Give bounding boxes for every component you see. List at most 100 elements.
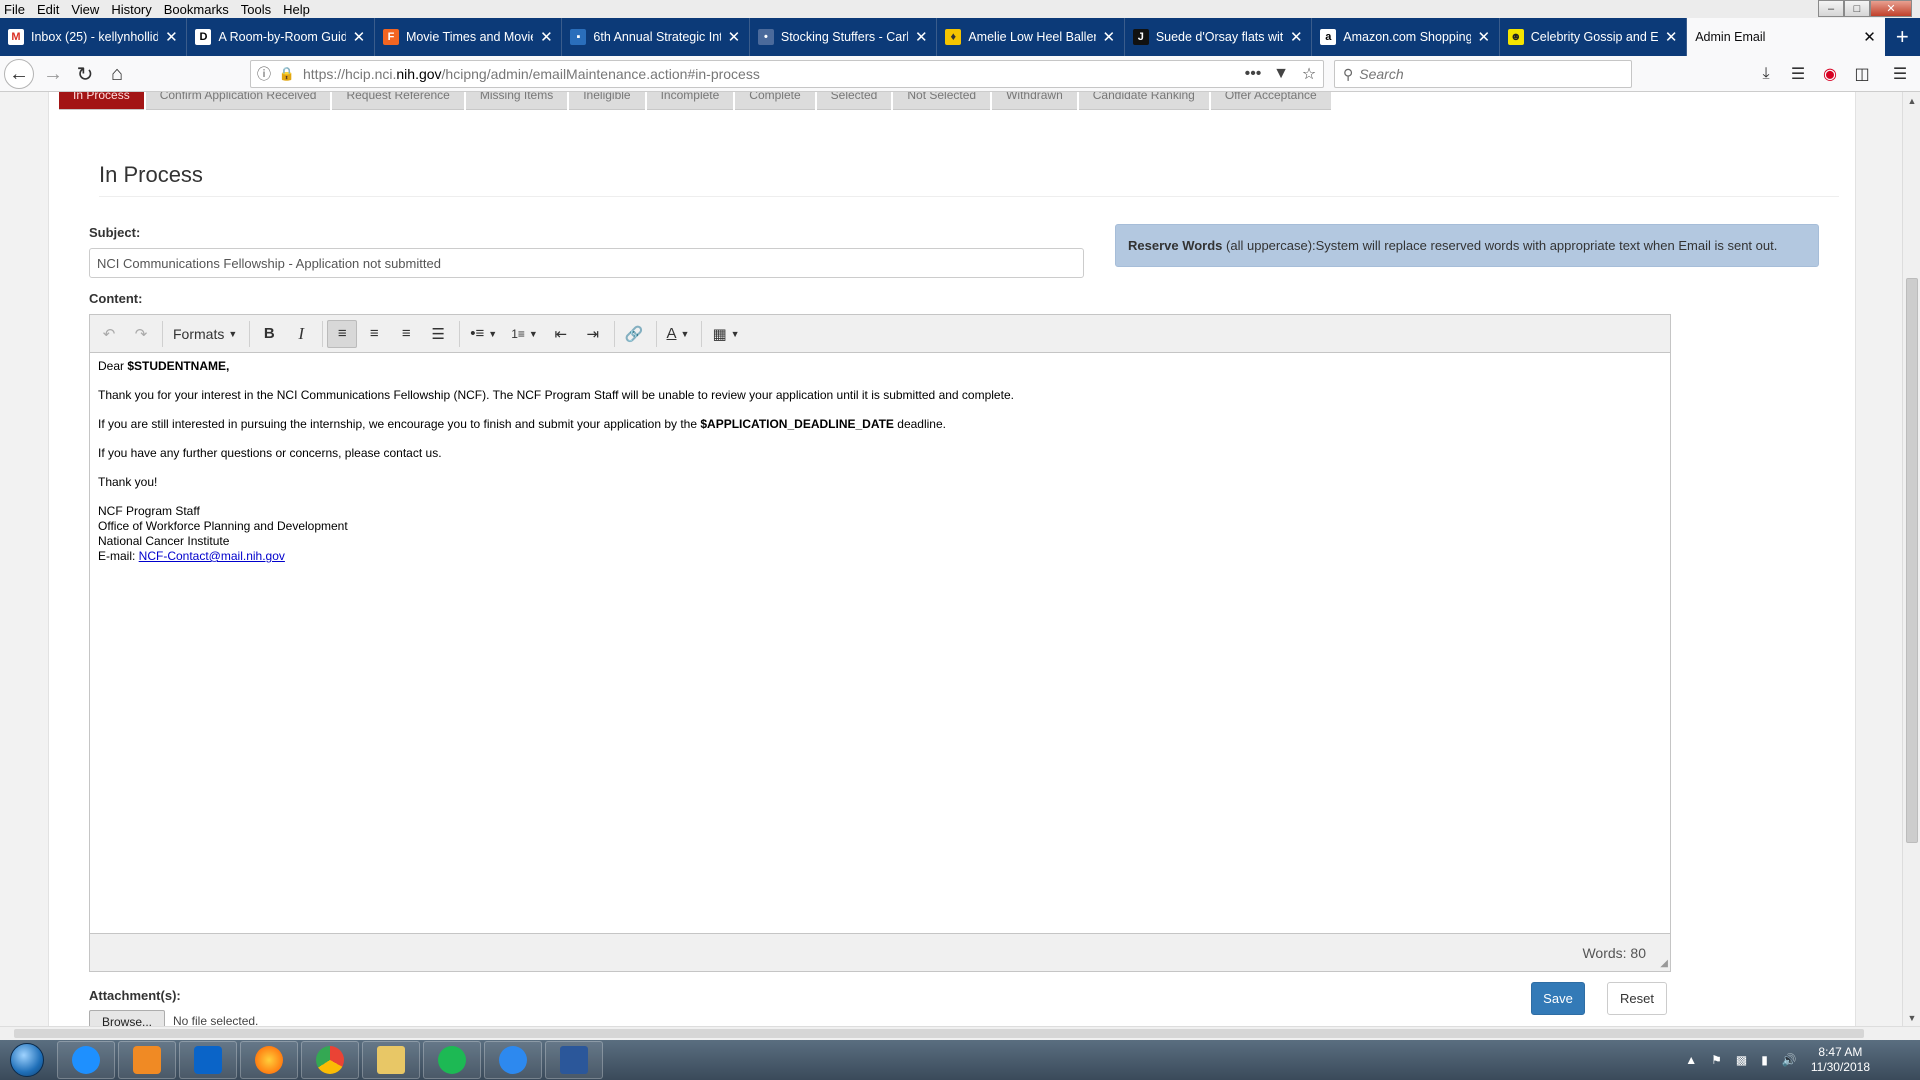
tab-candidate-ranking[interactable]: Candidate Ranking xyxy=(1078,92,1209,110)
volume-icon[interactable]: 🔊 xyxy=(1782,1053,1797,1067)
browser-tab[interactable]: F Movie Times and Movie ✕ xyxy=(375,18,563,56)
start-button[interactable] xyxy=(0,1040,54,1080)
battery-icon[interactable]: ▮ xyxy=(1761,1053,1768,1067)
formats-dropdown[interactable]: Formats ▼ xyxy=(167,320,243,348)
taskbar-app[interactable] xyxy=(118,1041,176,1079)
menu-help[interactable]: Help xyxy=(283,2,310,17)
tab-ineligible[interactable]: Ineligible xyxy=(569,92,645,110)
menu-tools[interactable]: Tools xyxy=(241,2,271,17)
flag-icon[interactable]: ⚑ xyxy=(1711,1053,1722,1067)
editor-content-area[interactable]: Dear $STUDENTNAME, Thank you for your in… xyxy=(90,353,1670,933)
tab-complete[interactable]: Complete xyxy=(735,92,815,110)
tab-in-process[interactable]: In Process xyxy=(59,92,144,110)
email-link[interactable]: NCF-Contact@mail.nih.gov xyxy=(139,549,285,563)
pocket-save-icon[interactable]: ◉ xyxy=(1816,60,1844,88)
text-color-icon[interactable]: A ▼ xyxy=(661,320,696,348)
info-icon[interactable]: ⓘ xyxy=(251,64,277,84)
clock[interactable]: 8:47 AM 11/30/2018 xyxy=(1811,1045,1870,1075)
close-tab-icon[interactable]: ✕ xyxy=(1289,28,1303,46)
menu-history[interactable]: History xyxy=(111,2,151,17)
close-tab-icon[interactable]: ✕ xyxy=(1477,28,1491,46)
reset-button[interactable]: Reset xyxy=(1607,982,1667,1015)
browser-tab[interactable]: a Amazon.com Shopping ✕ xyxy=(1312,18,1500,56)
tab-selected[interactable]: Selected xyxy=(816,92,892,110)
browser-tab[interactable]: D A Room-by-Room Guid ✕ xyxy=(187,18,375,56)
network-icon[interactable]: ▩ xyxy=(1736,1053,1747,1067)
link-icon[interactable]: 🔗 xyxy=(619,320,650,348)
align-justify-icon[interactable]: ☰ xyxy=(423,320,453,348)
bold-icon[interactable]: B xyxy=(254,320,284,348)
reload-icon[interactable]: ↻ xyxy=(70,60,100,88)
new-tab-icon[interactable]: + xyxy=(1885,18,1920,56)
subject-input[interactable] xyxy=(89,248,1084,278)
home-icon[interactable]: ⌂ xyxy=(102,60,132,88)
menu-file[interactable]: File xyxy=(4,2,25,17)
menu-edit[interactable]: Edit xyxy=(37,2,59,17)
close-tab-icon[interactable]: ✕ xyxy=(164,28,178,46)
scrollbar-thumb[interactable] xyxy=(1906,278,1918,843)
scroll-down-icon[interactable]: ▼ xyxy=(1903,1009,1920,1026)
close-tab-icon[interactable]: ✕ xyxy=(914,28,928,46)
align-right-icon[interactable]: ≡ xyxy=(391,320,421,348)
minimize-icon[interactable]: – xyxy=(1818,0,1844,17)
menu-view[interactable]: View xyxy=(71,2,99,17)
forward-icon[interactable]: → xyxy=(38,60,68,88)
browser-tab[interactable]: ▪ 6th Annual Strategic Int ✕ xyxy=(562,18,750,56)
italic-icon[interactable]: I xyxy=(286,320,316,348)
search-bar[interactable]: ⚲ xyxy=(1334,60,1632,88)
downloads-icon[interactable]: ⤓ xyxy=(1752,60,1780,88)
browser-tab-active[interactable]: Admin Email ✕ xyxy=(1687,18,1885,56)
close-tab-icon[interactable]: ✕ xyxy=(1102,28,1116,46)
library-icon[interactable]: ☰ xyxy=(1784,60,1812,88)
url-text[interactable]: https://hcip.nci.nih.gov/hcipng/admin/em… xyxy=(297,66,1239,82)
tab-offer-acceptance[interactable]: Offer Acceptance xyxy=(1210,92,1331,110)
taskbar-app[interactable] xyxy=(301,1041,359,1079)
taskbar-app[interactable] xyxy=(179,1041,237,1079)
outdent-icon[interactable]: ⇤ xyxy=(546,320,576,348)
taskbar-app[interactable] xyxy=(484,1041,542,1079)
tab-not-selected[interactable]: Not Selected xyxy=(893,92,991,110)
pocket-icon[interactable]: ▼ xyxy=(1267,65,1295,83)
back-icon[interactable]: ← xyxy=(4,59,34,89)
tab-request-reference[interactable]: Request Reference xyxy=(332,92,464,110)
align-left-icon[interactable]: ≡ xyxy=(327,319,358,348)
browser-tab[interactable]: ♦ Amelie Low Heel Ballerin ✕ xyxy=(937,18,1125,56)
taskbar-app[interactable] xyxy=(423,1041,481,1079)
horizontal-scrollbar[interactable] xyxy=(0,1026,1920,1040)
tab-missing-items[interactable]: Missing Items xyxy=(465,92,568,110)
scrollbar-thumb[interactable] xyxy=(14,1029,1864,1038)
numbered-list-icon[interactable]: 1≡ ▼ xyxy=(505,320,544,348)
table-icon[interactable]: ▦ ▼ xyxy=(706,320,745,348)
align-center-icon[interactable]: ≡ xyxy=(359,320,389,348)
close-window-icon[interactable]: ✕ xyxy=(1870,0,1912,17)
tab-withdrawn[interactable]: Withdrawn xyxy=(992,92,1077,110)
browse-button[interactable]: Browse... xyxy=(89,1010,165,1026)
lock-icon[interactable]: 🔒 xyxy=(277,66,297,82)
close-tab-icon[interactable]: ✕ xyxy=(1664,28,1678,46)
undo-icon[interactable]: ↶ xyxy=(94,320,124,348)
sidebar-icon[interactable]: ◫ xyxy=(1848,60,1876,88)
address-bar[interactable]: ⓘ 🔒 https://hcip.nci.nih.gov/hcipng/admi… xyxy=(250,60,1324,88)
save-button[interactable]: Save xyxy=(1531,982,1585,1015)
browser-tab[interactable]: M Inbox (25) - kellynhollid ✕ xyxy=(0,18,188,56)
bullet-list-icon[interactable]: •≡ ▼ xyxy=(464,320,503,348)
taskbar-app[interactable] xyxy=(57,1041,115,1079)
tab-confirm-application-received[interactable]: Confirm Application Received xyxy=(145,92,331,110)
scroll-up-icon[interactable]: ▲ xyxy=(1903,92,1920,109)
browser-tab[interactable]: ☻ Celebrity Gossip and Ent ✕ xyxy=(1500,18,1688,56)
taskbar-app[interactable] xyxy=(362,1041,420,1079)
taskbar-app[interactable] xyxy=(240,1041,298,1079)
tray-chevron-icon[interactable]: ▲ xyxy=(1685,1053,1697,1067)
browser-tab[interactable]: J Suede d'Orsay flats with ✕ xyxy=(1125,18,1313,56)
page-actions-icon[interactable]: ••• xyxy=(1239,65,1267,83)
maximize-icon[interactable]: □ xyxy=(1844,0,1870,17)
taskbar-app[interactable] xyxy=(545,1041,603,1079)
browser-tab[interactable]: • Stocking Stuffers - Carly ✕ xyxy=(750,18,938,56)
tab-incomplete[interactable]: Incomplete xyxy=(646,92,734,110)
bookmark-star-icon[interactable]: ☆ xyxy=(1295,64,1323,84)
resize-handle-icon[interactable]: ◢ xyxy=(1660,958,1668,969)
hamburger-menu-icon[interactable]: ☰ xyxy=(1886,60,1914,88)
close-tab-icon[interactable]: ✕ xyxy=(1863,28,1877,46)
indent-icon[interactable]: ⇥ xyxy=(578,320,608,348)
search-input[interactable] xyxy=(1359,66,1610,82)
